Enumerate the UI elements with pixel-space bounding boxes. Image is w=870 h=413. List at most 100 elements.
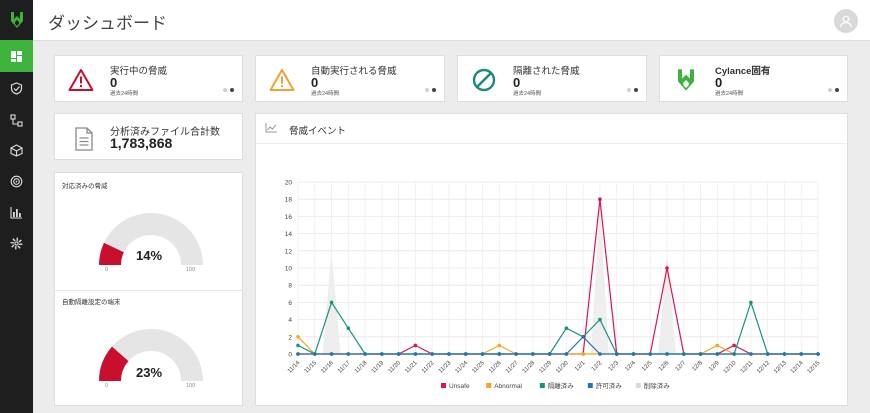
stat-card-title: 自動実行される脅威 xyxy=(311,66,397,77)
data-point xyxy=(296,352,300,356)
gauge-title-resolved: 対応済みの脅威 xyxy=(62,183,108,190)
stat-card-period: 過去24時間 xyxy=(311,91,340,97)
legend-swatch xyxy=(486,383,492,388)
x-tick-label: 11/30 xyxy=(555,360,570,375)
gauge-min-label: 0 xyxy=(105,267,109,273)
sidebar-item-policies[interactable] xyxy=(0,134,33,166)
stat-card-value: 0 xyxy=(311,75,319,90)
x-tick-label: 12/14 xyxy=(790,360,805,375)
x-tick-label: 11/20 xyxy=(388,360,403,375)
data-point xyxy=(732,352,736,356)
x-tick-label: 11/29 xyxy=(538,360,553,375)
stat-card-quarantined-threats[interactable]: 隔離された脅威 0 過去24時間 xyxy=(457,55,647,102)
stat-card-value: 0 xyxy=(110,75,118,90)
x-tick-label: 11/18 xyxy=(354,360,369,375)
x-tick-label: 12/13 xyxy=(773,360,788,375)
data-point xyxy=(413,343,418,348)
stat-card-auto-run-threats[interactable]: 自動実行される脅威 0 過去24時間 xyxy=(255,55,445,102)
data-point xyxy=(749,300,753,305)
data-point xyxy=(682,352,686,356)
x-tick-label: 12/8 xyxy=(691,360,704,373)
y-tick-label: 0 xyxy=(288,352,292,359)
threat-events-chart: 0246810121416182011/14 11/15 11/16 11/17 11/… xyxy=(285,180,822,391)
carousel-dots[interactable] xyxy=(425,88,436,92)
gauge-max-label: 100 xyxy=(186,267,196,273)
top-bar: ダッシュボード xyxy=(33,0,870,41)
data-point xyxy=(799,352,804,356)
x-tick-label: 12/11 xyxy=(740,360,755,375)
gauges-card: 対応済みの脅威 14% 0 100 自動隔離設定の端末 23% 0 100 xyxy=(54,172,243,406)
x-tick-label: 11/26 xyxy=(488,360,503,375)
stat-card-title: Cylance固有 xyxy=(715,66,771,77)
x-tick-label: 12/9 xyxy=(708,360,721,373)
data-point xyxy=(396,352,401,356)
x-tick-label: 12/2 xyxy=(591,360,604,373)
cylance-logo-icon[interactable] xyxy=(0,0,33,40)
x-tick-label: 11/19 xyxy=(371,360,386,375)
y-tick-label: 10 xyxy=(285,266,293,273)
data-point xyxy=(430,352,434,356)
sidebar-item-devices[interactable] xyxy=(0,104,33,136)
warning-triangle-icon xyxy=(67,66,95,94)
data-point xyxy=(514,352,518,356)
files-analyzed-card: 分析済みファイル合計数 1,783,868 xyxy=(54,113,243,160)
radar-icon xyxy=(10,175,23,187)
data-point xyxy=(296,335,300,339)
data-point xyxy=(816,352,820,356)
data-point xyxy=(749,352,753,356)
data-point xyxy=(782,352,787,356)
y-tick-label: 14 xyxy=(285,231,293,238)
sidebar-item-protection[interactable] xyxy=(0,72,33,104)
x-tick-label: 11/25 xyxy=(471,360,486,375)
y-tick-label: 12 xyxy=(285,248,293,255)
y-tick-label: 16 xyxy=(285,214,293,221)
data-point xyxy=(715,343,720,348)
sidebar-item-threats[interactable] xyxy=(0,165,33,197)
sidebar-item-reports[interactable] xyxy=(0,196,33,228)
sidebar-item-settings[interactable] xyxy=(0,227,33,259)
data-point xyxy=(732,343,736,348)
data-point xyxy=(648,352,653,356)
gauge-min-label: 0 xyxy=(105,383,109,389)
x-tick-label: 12/5 xyxy=(641,360,654,373)
divider xyxy=(55,290,242,291)
stat-card-title: 実行中の脅威 xyxy=(110,66,168,77)
data-point xyxy=(581,352,585,356)
data-point xyxy=(765,352,770,356)
data-point xyxy=(346,326,351,330)
data-point xyxy=(413,352,418,356)
series-line xyxy=(298,199,818,355)
data-point xyxy=(380,352,384,356)
carousel-dots[interactable] xyxy=(828,88,839,92)
stat-card-active-threats[interactable]: 実行中の脅威 0 過去24時間 xyxy=(54,55,243,102)
y-tick-label: 8 xyxy=(288,283,292,290)
data-point xyxy=(598,197,602,201)
x-tick-label: 11/15 xyxy=(304,360,319,375)
legend-swatch xyxy=(539,383,545,388)
y-tick-label: 20 xyxy=(285,180,293,187)
carousel-dots[interactable] xyxy=(627,88,638,92)
data-point xyxy=(581,335,585,339)
x-tick-label: 12/6 xyxy=(658,360,671,373)
user-icon[interactable] xyxy=(834,9,858,33)
y-tick-label: 6 xyxy=(288,300,292,307)
data-point xyxy=(564,326,569,330)
cylance-logo-icon xyxy=(672,66,700,94)
x-tick-label: 12/1 xyxy=(574,360,587,373)
x-tick-label: 11/16 xyxy=(320,360,335,375)
data-point xyxy=(312,352,317,356)
y-tick-label: 4 xyxy=(288,317,292,324)
x-tick-label: 12/4 xyxy=(624,360,637,373)
stat-card-title: 隔離された脅威 xyxy=(513,66,580,77)
x-tick-label: 11/28 xyxy=(522,360,537,375)
gear-icon xyxy=(10,237,23,249)
stat-card-period: 過去24時間 xyxy=(715,91,744,97)
legend-label: Abnormal xyxy=(494,383,522,390)
carousel-dots[interactable] xyxy=(223,88,234,92)
x-tick-label: 11/17 xyxy=(337,360,352,375)
data-point xyxy=(447,352,451,356)
sidebar-item-dashboard[interactable] xyxy=(0,40,33,72)
page-title: ダッシュボード xyxy=(48,14,167,33)
stat-card-cylance-unique[interactable]: Cylance固有 0 過去24時間 xyxy=(659,55,848,102)
x-tick-label: 11/22 xyxy=(421,360,436,375)
